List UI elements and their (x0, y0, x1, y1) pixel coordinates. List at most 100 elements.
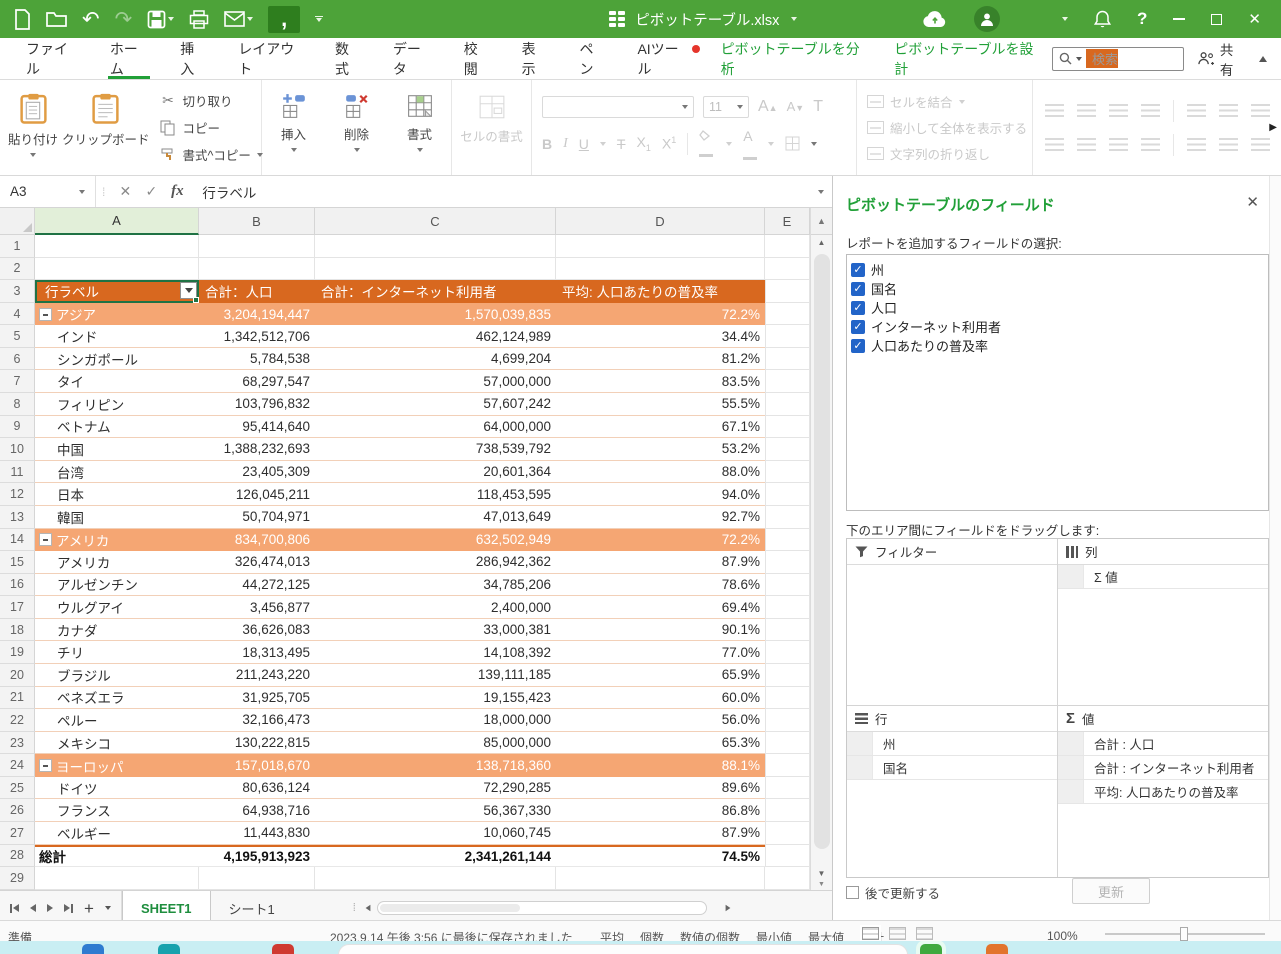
zoom-slider-thumb[interactable] (1180, 927, 1188, 941)
row-header[interactable]: 14 (0, 529, 35, 552)
cut-button[interactable]: ✂ 切り取り (160, 91, 263, 110)
row-header[interactable]: 12 (0, 483, 35, 506)
pivot-row-label[interactable]: ベトナム (35, 416, 199, 439)
taskbar-search-pill[interactable] (338, 944, 908, 954)
cloud-sync-icon[interactable] (922, 10, 948, 28)
vertical-scrollbar-thumb[interactable] (814, 254, 830, 849)
comma-style-button[interactable]: , (268, 6, 300, 33)
sheet-list-icon[interactable] (105, 906, 111, 910)
taskbar-app-icon[interactable] (986, 944, 1008, 954)
horizontal-scrollbar-thumb[interactable] (380, 904, 520, 912)
save-icon[interactable] (147, 7, 174, 31)
empty-cell[interactable] (556, 867, 765, 890)
pivot-row-label[interactable]: 日本 (35, 483, 199, 506)
pivot-value-cell[interactable]: 83.5% (556, 370, 765, 393)
row-header[interactable]: 7 (0, 370, 35, 393)
row-header[interactable]: 3 (0, 280, 35, 303)
empty-cell[interactable] (35, 867, 199, 890)
pivot-value-cell[interactable]: 18,313,495 (199, 641, 315, 664)
pivot-value-cell[interactable]: 4,699,204 (315, 348, 556, 371)
confirm-entry-button[interactable]: ✓ (138, 183, 164, 200)
close-panel-icon[interactable]: ✕ (1246, 193, 1259, 211)
empty-cell[interactable] (765, 506, 810, 529)
pivot-row-label[interactable]: フィリピン (35, 393, 199, 416)
paste-button[interactable]: 貼り付け (8, 84, 58, 172)
print-icon[interactable] (189, 7, 209, 31)
empty-cell[interactable] (765, 325, 810, 348)
pivot-value-cell[interactable]: 72,290,285 (315, 777, 556, 800)
pivot-value-cell[interactable]: 326,474,013 (199, 551, 315, 574)
menu-tab[interactable]: 校閲 (448, 38, 506, 79)
notifications-bell-icon[interactable] (1094, 10, 1111, 29)
undo-icon[interactable]: ↶ (82, 7, 100, 31)
zoom-slider[interactable] (1105, 933, 1265, 935)
scroll-up-button[interactable]: ▲ (811, 235, 832, 250)
columns-area[interactable]: 列 Σ 値 (1058, 539, 1268, 706)
ribbon-more-button[interactable]: ▶ (1269, 122, 1277, 133)
next-sheet-button[interactable] (47, 904, 53, 912)
rows-area[interactable]: 行 州国名 (847, 706, 1058, 877)
empty-cell[interactable] (556, 258, 765, 281)
empty-cell[interactable] (765, 370, 810, 393)
empty-cell[interactable] (765, 438, 810, 461)
customize-quick-access-icon[interactable] (315, 7, 323, 31)
row-header[interactable]: 15 (0, 551, 35, 574)
row-header[interactable]: 23 (0, 732, 35, 755)
column-header-B[interactable]: B (199, 208, 315, 235)
pivot-value-cell[interactable]: 47,013,649 (315, 506, 556, 529)
pivot-value-cell[interactable]: 5,784,538 (199, 348, 315, 371)
pivot-value-cell[interactable]: 462,124,989 (315, 325, 556, 348)
insert-cells-button[interactable]: 挿入 (263, 84, 325, 172)
empty-cell[interactable] (315, 235, 556, 258)
pivot-value-cell[interactable]: 55.5% (556, 393, 765, 416)
pivot-row-label[interactable]: カナダ (35, 619, 199, 642)
empty-cell[interactable] (765, 393, 810, 416)
normal-view-icon[interactable] (862, 927, 879, 940)
defer-update-checkbox[interactable] (846, 886, 859, 899)
scroll-down-button[interactable]: ▼ (818, 869, 826, 878)
menu-tab[interactable]: ピボットテーブルを分析 (705, 38, 879, 79)
new-document-icon[interactable] (14, 7, 31, 31)
row-header[interactable]: 5 (0, 325, 35, 348)
delete-cells-button[interactable]: 削除 (326, 84, 388, 172)
pivot-value-cell[interactable]: 65.9% (556, 664, 765, 687)
horizontal-scrollbar[interactable] (377, 901, 707, 915)
taskbar-app-icon[interactable] (272, 944, 294, 954)
pivot-value-cell[interactable]: 10,060,745 (315, 822, 556, 845)
field-list-item[interactable]: ✓国名 (851, 279, 1264, 298)
pivot-value-cell[interactable]: 32,166,473 (199, 709, 315, 732)
pivot-value-cell[interactable]: 1,342,512,706 (199, 325, 315, 348)
pivot-value-cell[interactable]: 211,243,220 (199, 664, 315, 687)
empty-cell[interactable] (765, 483, 810, 506)
pivot-value-cell[interactable]: 92.7% (556, 506, 765, 529)
pivot-value-cell[interactable]: 18,000,000 (315, 709, 556, 732)
pivot-value-cell[interactable]: 77.0% (556, 641, 765, 664)
row-header[interactable]: 21 (0, 687, 35, 710)
row-header[interactable]: 20 (0, 664, 35, 687)
pivot-row-label[interactable]: メキシコ (35, 732, 199, 755)
page-layout-view-icon[interactable] (889, 927, 906, 940)
empty-cell[interactable] (765, 461, 810, 484)
row-header[interactable]: 2 (0, 258, 35, 281)
redo-icon[interactable]: ↷ (115, 7, 133, 31)
pivot-value-cell[interactable]: 11,443,830 (199, 822, 315, 845)
pivot-value-cell[interactable]: 86.8% (556, 799, 765, 822)
empty-cell[interactable] (765, 303, 810, 326)
panel-scrollbar[interactable] (1269, 176, 1281, 921)
empty-cell[interactable] (765, 258, 810, 281)
select-all-button[interactable] (0, 208, 35, 235)
pivot-value-cell[interactable]: 118,453,595 (315, 483, 556, 506)
row-header[interactable]: 9 (0, 416, 35, 439)
avatar[interactable] (974, 6, 1000, 32)
field-list-item[interactable]: ✓インターネット利用者 (851, 317, 1264, 336)
row-header[interactable]: 6 (0, 348, 35, 371)
pivot-value-cell[interactable]: 3,456,877 (199, 596, 315, 619)
field-checkbox[interactable]: ✓ (851, 263, 865, 277)
empty-cell[interactable] (765, 551, 810, 574)
pivot-value-cell[interactable]: 1,570,039,835 (315, 303, 556, 326)
collapse-group-button[interactable] (39, 759, 52, 772)
empty-cell[interactable] (765, 416, 810, 439)
pivot-value-cell[interactable]: 3,204,194,447 (199, 303, 315, 326)
pivot-value-cell[interactable]: 4,195,913,923 (199, 845, 315, 868)
pivot-value-cell[interactable]: 57,000,000 (315, 370, 556, 393)
